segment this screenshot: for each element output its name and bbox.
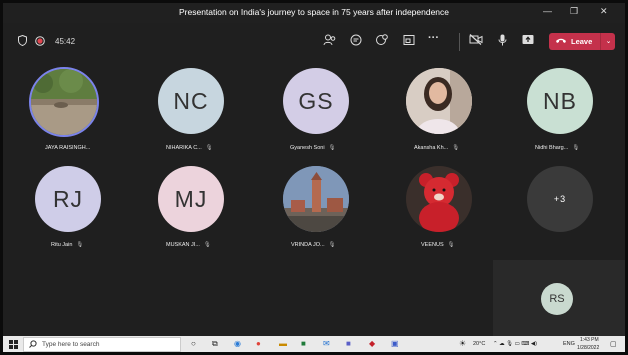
file-explorer-icon[interactable]: ▬ xyxy=(279,339,287,348)
avatar: NC xyxy=(158,68,224,134)
camera-off-icon[interactable] xyxy=(469,34,483,47)
reactions-icon[interactable] xyxy=(376,34,388,48)
edge-icon[interactable]: ◉ xyxy=(234,339,241,348)
participant-name: Akansha Kh... 🎙 xyxy=(414,145,460,151)
participant-name: Ritu Jain 🎙 xyxy=(51,242,84,248)
leave-label: Leave xyxy=(571,37,593,46)
participant-name: VEENUS 🎙 xyxy=(421,242,455,248)
mic-muted-icon: 🎙 xyxy=(76,242,84,248)
cortana-icon[interactable]: ○ xyxy=(191,339,196,348)
participant-name: Gyanesh Soni 🎙 xyxy=(290,145,336,151)
weather-icon[interactable]: ☀ xyxy=(459,339,466,348)
taskbar-search-input[interactable]: Type here to search xyxy=(23,337,181,352)
participant-name: JAYA RAISINGH... xyxy=(45,145,91,151)
language-indicator[interactable]: ENG xyxy=(563,341,575,347)
clock-date[interactable]: 1/28/2022 xyxy=(577,345,599,351)
meeting-toolbar: 45:42 ··· Leave ⌄ xyxy=(3,23,625,61)
overflow-count[interactable]: +3 xyxy=(527,166,593,232)
chat-icon[interactable] xyxy=(350,34,362,48)
toolbar-divider xyxy=(459,33,460,51)
close-button[interactable]: ✕ xyxy=(600,6,608,17)
teams-window: Presentation on India's journey to space… xyxy=(3,3,625,352)
window-title: Presentation on India's journey to space… xyxy=(178,7,450,17)
mic-muted-icon: 🎙 xyxy=(205,145,213,151)
windows-taskbar: Type here to search ○ ⧉ ◉ ● ▬ ■ ✉ ■ ◆ ▣ … xyxy=(3,336,625,352)
mic-muted-icon: 🎙 xyxy=(447,242,455,248)
notifications-icon[interactable]: ▢ xyxy=(610,340,617,348)
record-icon xyxy=(35,36,45,48)
self-avatar: RS xyxy=(541,283,573,315)
more-icon[interactable]: ··· xyxy=(428,32,439,44)
title-bar: Presentation on India's journey to space… xyxy=(3,3,625,23)
participant-name: MUSKAN JI... 🎙 xyxy=(166,242,211,248)
mic-muted-icon: 🎙 xyxy=(203,242,211,248)
participant-name: NIHARIKA C... 🎙 xyxy=(166,145,213,151)
participant-photo-tower xyxy=(283,166,349,232)
app-icon[interactable]: ■ xyxy=(301,339,306,348)
chrome-icon[interactable]: ● xyxy=(256,339,261,348)
avatar: GS xyxy=(283,68,349,134)
meeting-timer: 45:42 xyxy=(55,37,76,46)
task-view-icon[interactable]: ⧉ xyxy=(212,339,218,349)
participant-photo-person xyxy=(406,68,472,134)
participant-name: VRINDA JO... 🎙 xyxy=(291,242,336,248)
tray-icons[interactable]: ⌃ ☁ 🎙 ▭ ⌨ ◀) xyxy=(493,341,537,347)
avatar: RJ xyxy=(35,166,101,232)
mic-icon[interactable] xyxy=(498,34,507,48)
share-icon[interactable] xyxy=(522,34,534,47)
mic-muted-icon: 🎙 xyxy=(328,145,336,151)
participant-photo-teddy xyxy=(406,166,472,232)
avatar: MJ xyxy=(158,166,224,232)
people-icon[interactable] xyxy=(323,34,336,48)
participant-photo-wall xyxy=(29,67,99,137)
search-icon xyxy=(29,340,37,350)
mail-icon[interactable]: ✉ xyxy=(323,339,330,348)
minimize-button[interactable]: — xyxy=(543,6,552,16)
mic-muted-icon: 🎙 xyxy=(572,145,580,151)
mcafee-icon[interactable]: ◆ xyxy=(369,339,375,348)
search-placeholder: Type here to search xyxy=(42,341,100,348)
temperature[interactable]: 20°C xyxy=(473,341,485,347)
leave-button[interactable]: Leave ⌄ xyxy=(549,33,615,50)
shield-icon xyxy=(18,34,27,48)
self-view: RS xyxy=(493,260,625,338)
photos-icon[interactable]: ▣ xyxy=(391,339,399,348)
leave-dropdown-chevron-icon[interactable]: ⌄ xyxy=(600,33,616,50)
clock-time[interactable]: 1:43 PM xyxy=(580,337,599,343)
phone-icon xyxy=(555,36,567,47)
avatar: NB xyxy=(527,68,593,134)
mic-muted-icon: 🎙 xyxy=(452,145,460,151)
participant-name: Nidhi Bharg... 🎙 xyxy=(535,145,580,151)
teams-icon[interactable]: ■ xyxy=(346,339,351,348)
rooms-icon[interactable] xyxy=(403,34,415,48)
maximize-button[interactable]: ❐ xyxy=(570,6,578,17)
mic-muted-icon: 🎙 xyxy=(328,242,336,248)
windows-start-icon[interactable] xyxy=(9,340,18,351)
